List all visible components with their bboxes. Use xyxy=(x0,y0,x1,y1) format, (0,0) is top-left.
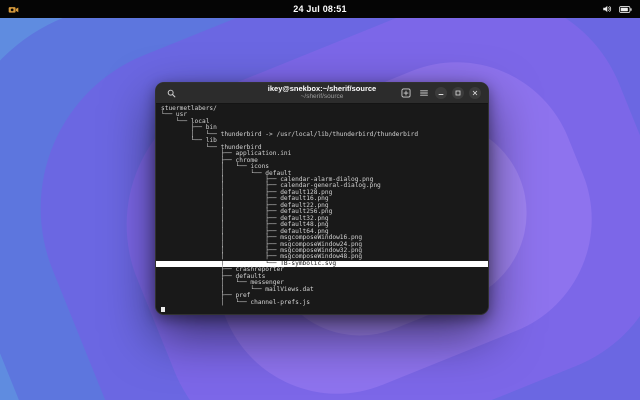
minimize-button[interactable] xyxy=(435,87,447,99)
close-button[interactable] xyxy=(469,87,481,99)
window-titlebar[interactable]: ikey@snekbox:~/sherif/source ~/sherif/so… xyxy=(156,83,488,104)
terminal-output[interactable]: stuermetlabers/└── usr └── local ├── bin… xyxy=(156,104,488,314)
search-icon xyxy=(167,89,176,98)
camera-indicator-icon[interactable] xyxy=(8,5,19,14)
window-subtitle: ~/sherif/source xyxy=(268,94,376,101)
new-tab-button[interactable] xyxy=(399,87,412,100)
titlebar-right xyxy=(399,83,481,103)
maximize-button[interactable] xyxy=(452,87,464,99)
clock-button[interactable]: 24 Jul 08:51 xyxy=(293,4,346,14)
window-titles: ikey@snekbox:~/sherif/source ~/sherif/so… xyxy=(268,85,376,101)
titlebar-left xyxy=(165,83,178,103)
quick-settings-button[interactable] xyxy=(602,0,632,18)
terminal-cursor xyxy=(161,307,165,312)
terminal-window: ikey@snekbox:~/sherif/source ~/sherif/so… xyxy=(155,82,489,315)
new-tab-icon xyxy=(401,88,411,98)
menu-button[interactable] xyxy=(417,87,430,100)
volume-icon xyxy=(602,4,612,14)
top-bar-left xyxy=(8,0,19,18)
desktop: 24 Jul 08:51 xyxy=(0,0,640,400)
top-bar: 24 Jul 08:51 xyxy=(0,0,640,18)
maximize-icon xyxy=(454,89,462,97)
window-title: ikey@snekbox:~/sherif/source xyxy=(268,85,376,93)
minimize-icon xyxy=(437,89,445,97)
battery-icon xyxy=(619,5,632,14)
menu-icon xyxy=(419,88,429,98)
terminal-line: │ └── channel-prefs.js xyxy=(156,300,488,306)
terminal-prompt-line xyxy=(156,307,488,314)
search-button[interactable] xyxy=(165,87,178,100)
close-icon xyxy=(471,89,479,97)
